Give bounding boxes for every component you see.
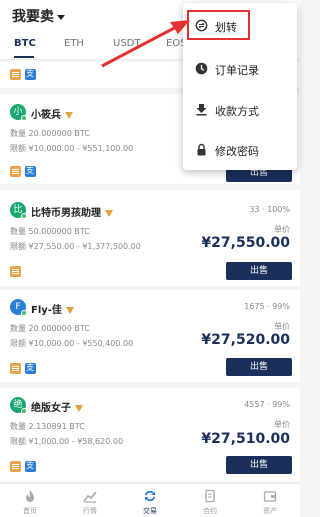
nav-market[interactable]: 行情 bbox=[60, 484, 120, 517]
tab-eth[interactable]: ETH bbox=[64, 38, 84, 49]
vip-badge-icon bbox=[65, 306, 74, 314]
bank-card-icon bbox=[10, 461, 21, 472]
clock-icon bbox=[195, 62, 208, 75]
limit-text: 限额 ¥1,000.00 - ¥58,620.00 bbox=[10, 437, 124, 446]
bank-card-icon bbox=[10, 363, 21, 374]
unit-price-label: 单价 bbox=[274, 322, 290, 331]
highlight-box bbox=[187, 10, 250, 40]
menu-item-change-password[interactable]: 修改密码 bbox=[183, 132, 297, 168]
unit-price-label: 单价 bbox=[274, 225, 290, 234]
avatar: 小 bbox=[10, 104, 27, 121]
menu-label: 收款方式 bbox=[215, 105, 259, 118]
lock-icon bbox=[197, 143, 206, 156]
alipay-icon bbox=[25, 68, 36, 80]
nav-label: 首页 bbox=[23, 507, 37, 515]
chart-icon bbox=[83, 491, 97, 503]
merchant-name[interactable]: 绝版女子 bbox=[31, 399, 83, 414]
trade-stats: 4557 · 99% bbox=[244, 400, 290, 409]
merchant-name[interactable]: Fly-佳 bbox=[31, 301, 74, 316]
nav-home[interactable]: 首页 bbox=[0, 484, 60, 517]
quantity-text: 数量 20.000000 BTC bbox=[10, 129, 90, 138]
online-dot bbox=[21, 408, 27, 414]
quantity-text: 数量 50.000000 BTC bbox=[10, 227, 90, 236]
unit-price-label: 单价 bbox=[274, 420, 290, 429]
exchange-icon bbox=[145, 490, 155, 502]
vip-badge-icon bbox=[65, 111, 73, 119]
sell-button[interactable]: 出售 bbox=[226, 456, 292, 474]
nav-assets[interactable]: 资产 bbox=[240, 484, 300, 517]
avatar: 比 bbox=[10, 202, 27, 219]
menu-item-payment-methods[interactable]: 收款方式 bbox=[183, 92, 297, 128]
online-dot bbox=[21, 213, 27, 219]
avatar: 绝 bbox=[10, 397, 27, 414]
menu-label: 订单记录 bbox=[215, 64, 259, 77]
nav-label: 交易 bbox=[143, 507, 157, 515]
bank-card-icon bbox=[10, 69, 21, 80]
nav-label: 合约 bbox=[203, 507, 217, 515]
contract-icon bbox=[205, 489, 215, 503]
vip-badge-icon bbox=[75, 404, 83, 412]
listing-card: 绝 绝版女子 4557 · 99% 数量 2.130891 BTC 单价 限额 … bbox=[0, 388, 300, 481]
menu-label: 修改密码 bbox=[215, 145, 259, 158]
alipay-icon bbox=[25, 460, 36, 472]
limit-text: 限额 ¥10,000.00 - ¥551,100.00 bbox=[10, 144, 134, 153]
alipay-icon bbox=[25, 362, 36, 374]
trade-stats: 1675 · 99% bbox=[244, 302, 290, 311]
nav-label: 资产 bbox=[263, 507, 277, 515]
bank-card-icon bbox=[10, 166, 21, 177]
limit-text: 限额 ¥10,000.00 - ¥550,400.00 bbox=[10, 339, 134, 348]
vip-badge-icon bbox=[105, 209, 113, 217]
caret-down-icon bbox=[57, 14, 65, 20]
limit-text: 限额 ¥27,550.00 - ¥1,377,500.00 bbox=[10, 242, 141, 251]
bottom-nav: 首页 行情 交易 合约 资产 bbox=[0, 483, 300, 517]
merchant-name[interactable]: 比特币男孩助理 bbox=[31, 204, 113, 219]
nav-trade[interactable]: 交易 bbox=[120, 484, 180, 517]
page-title-dropdown[interactable]: 我要卖 bbox=[12, 6, 65, 26]
avatar: F bbox=[10, 299, 27, 316]
bank-card-icon bbox=[10, 266, 21, 277]
unit-price: ¥27,550.00 bbox=[201, 235, 290, 251]
flame-icon bbox=[26, 490, 34, 502]
sell-button[interactable]: 出售 bbox=[226, 262, 292, 280]
trade-stats: 33 · 100% bbox=[249, 205, 290, 214]
listing-card: 比 比特币男孩助理 33 · 100% 数量 50.000000 BTC 单价 … bbox=[0, 190, 300, 286]
nav-label: 行情 bbox=[83, 507, 97, 515]
page-title: 我要卖 bbox=[12, 9, 54, 25]
listing-card: F Fly-佳 1675 · 99% 数量 20.000000 BTC 单价 限… bbox=[0, 290, 300, 382]
unit-price: ¥27,520.00 bbox=[201, 332, 290, 348]
quantity-text: 数量 2.130891 BTC bbox=[10, 422, 85, 431]
wallet-icon bbox=[263, 491, 277, 502]
online-dot bbox=[21, 310, 27, 316]
menu-item-order-history[interactable]: 订单记录 bbox=[183, 51, 297, 87]
online-dot bbox=[21, 115, 27, 121]
quantity-text: 数量 20.000000 BTC bbox=[10, 324, 90, 333]
tab-usdt[interactable]: USDT bbox=[113, 38, 140, 49]
nav-contract[interactable]: 合约 bbox=[180, 484, 240, 517]
active-tab-indicator bbox=[14, 56, 34, 58]
download-icon bbox=[196, 104, 207, 116]
alipay-icon bbox=[25, 165, 36, 177]
sell-button[interactable]: 出售 bbox=[226, 358, 292, 376]
tab-btc[interactable]: BTC bbox=[14, 38, 36, 49]
unit-price: ¥27,510.00 bbox=[201, 431, 290, 447]
merchant-name[interactable]: 小筱兵 bbox=[31, 106, 73, 121]
